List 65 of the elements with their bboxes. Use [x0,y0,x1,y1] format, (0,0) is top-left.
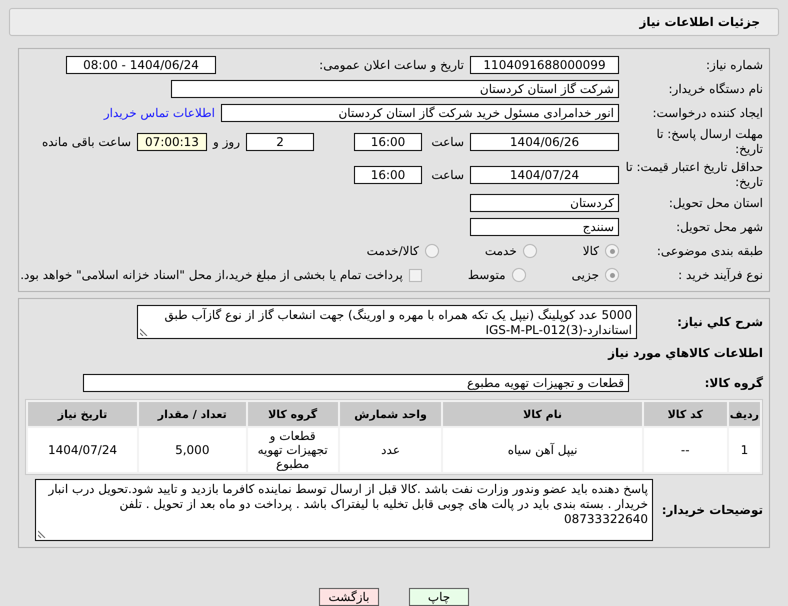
field-label: نوع فرآیند خرید : [677,268,763,282]
text-field[interactable]: سنندج [470,218,619,236]
field-label: شهر محل تحویل: [675,220,763,234]
days-label: روز و [213,134,240,149]
text-field[interactable]: قطعات و تجهیزات تهویه مطبوع [83,374,629,392]
field-label: ایجاد کننده درخواست: [651,106,763,121]
radio-button[interactable] [605,244,619,258]
column-header: واحد شمارش [340,402,442,426]
text-field[interactable]: 1404/06/24 - 08:00 [66,56,216,74]
table-cell: نیپل آهن سیاه [443,428,642,472]
text-field[interactable]: 2 [246,132,314,151]
summary-textarea[interactable]: 5000 عدد کوپلینگ (نیپل یک تکه همراه با مهره و اورینگ) جهت انشعاب گاز از نوع گازآب طبق استاندارد-IGS-M-PL-012(3) [137,305,637,339]
print-button[interactable]: چاپ [409,588,469,606]
checkbox[interactable] [408,268,422,282]
option-label: کالا/خدمت [366,244,419,258]
option-label: جزیی [572,268,599,282]
column-header: نام کالا [443,402,642,426]
text-field[interactable]: شرکت گاز استان کردستان [171,80,619,98]
remaining-label: ساعت باقی مانده [42,134,131,149]
section-heading: اطلاعات کالاهاي مورد نياز [606,346,763,360]
field-label: نام دستگاه خریدار: [668,82,763,97]
field-label: شماره نیاز: [705,58,763,73]
table-cell: عدد [340,428,442,472]
checkbox-label: پرداخت تمام یا بخشی از مبلغ خرید،از محل "اسناد خزانه اسلامی" خواهد بود. [20,268,403,282]
text-field[interactable]: 1404/07/24 [470,166,619,184]
option-label: کالا [582,244,599,258]
table-cell: 1 [728,428,760,472]
field-label: حداقل تاریخ اعتبار قیمت: تا تاریخ: [625,160,763,189]
radio-button[interactable] [522,244,537,258]
column-header: تعداد / مقدار [139,402,246,426]
field-label: استان محل تحویل: [668,196,763,210]
field-label: طبقه بندی موضوعی: [656,244,763,258]
text-field[interactable]: انور خدامرادی مسئول خرید شرکت گاز استان کردستان [221,104,619,122]
text-field[interactable]: 16:00 [354,132,422,151]
back-button[interactable]: بازگشت [319,588,379,606]
table-cell: 1404/07/24 [28,428,138,472]
column-header: کد کالا [644,402,727,426]
time-label: ساعت [430,134,464,149]
resize-grip-icon[interactable] [38,530,46,538]
resize-grip-icon[interactable] [140,328,148,336]
column-header: تاریخ نیاز [28,402,138,426]
page-title: جزئیات اطلاعات نیاز [9,8,779,36]
contact-link[interactable]: اطلاعات تماس خریدار [104,106,215,120]
radio-button[interactable] [424,244,439,258]
text-field[interactable]: 1104091688000099 [470,56,619,74]
text-field[interactable]: 16:00 [354,166,422,184]
radio-button[interactable] [512,268,526,282]
column-header: گروه کالا [248,402,338,426]
time-label: ساعت [430,168,464,182]
field-label: شرح کلي نياز: [676,314,763,330]
field-label: گروه کالا: [704,376,763,390]
option-label: خدمت [484,244,517,258]
countdown-field: 07:00:13 [137,132,207,151]
field-label: تاریخ و ساعت اعلان عمومی: [318,58,464,73]
field-label: مهلت ارسال پاسخ: تا تاریخ: [655,127,763,156]
table-cell: 5,000 [139,428,246,472]
notes-textarea[interactable]: پاسخ دهنده باید عضو وندور وزارت نفت باشد .کالا قبل از ارسال توسط نماینده کافرما بازدید و تایید شود.تحویل درب انبار خریدار . بسته بندی باید در پالت های چوبی قابل تخلیه با لیفتراک باشد . پرداخت دو ماه بعد از تحویل . تلفن 08733322640 [35,479,653,541]
table-cell: -- [644,428,727,472]
option-label: متوسط [468,268,506,282]
column-header: ردیف [728,402,760,426]
text-field[interactable]: کردستان [470,194,619,212]
table-cell: قطعات و تجهیزات تهویه مطبوع [248,428,338,472]
field-label: توضیحات خریدار: [660,502,763,518]
text-field[interactable]: 1404/06/26 [470,132,619,151]
radio-button[interactable] [605,268,619,282]
